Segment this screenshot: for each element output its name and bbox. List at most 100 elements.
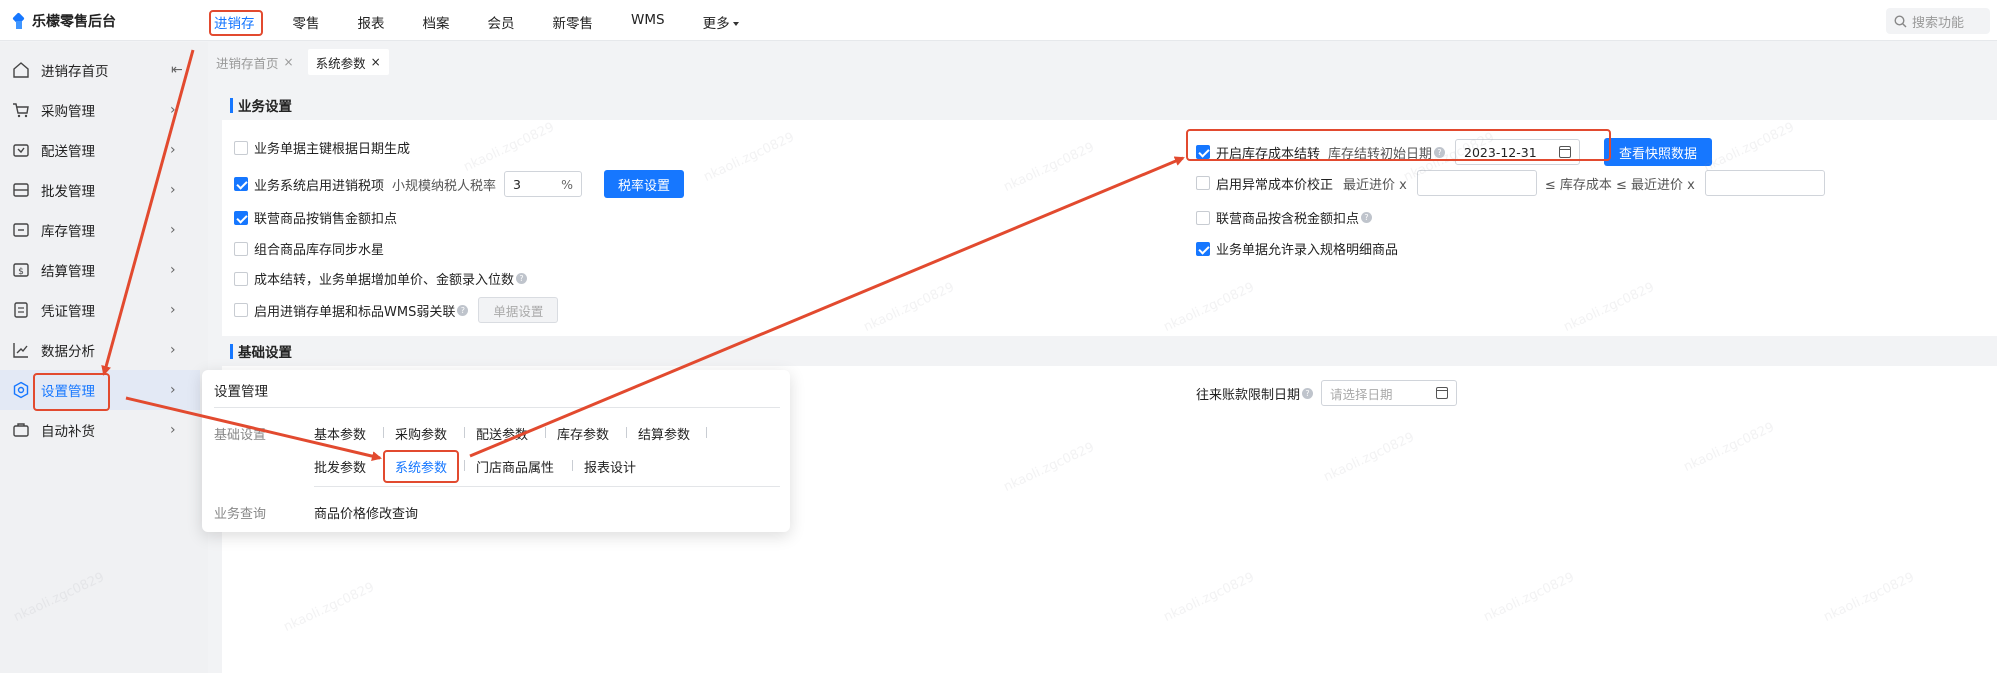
sidebar-item-label: 库存管理 [41,224,95,240]
section-title: 基础设置 [238,345,292,361]
calendar-icon [1436,387,1449,399]
option-label: 业务单据主键根据日期生成 [254,142,411,157]
menu-system-params[interactable]: 系统参数 [395,457,447,476]
topnav-inventory[interactable]: 进销存 [206,10,263,34]
lower-multiplier-input[interactable] [1416,170,1537,196]
option-doc-key-by-date[interactable]: 业务单据主键根据日期生成 [234,138,410,157]
top-bar: 乐檬零售后台 进销存 零售 报表 档案 会员 新零售 WMS 更多 搜索功能 [0,0,1997,41]
tab-label: 系统参数 [315,55,366,71]
app-logo[interactable]: 乐檬零售后台 [12,11,116,31]
tax-rate-value: 3 [513,176,521,192]
close-icon[interactable]: × [371,55,381,69]
sidebar-item-label: 进销存首页 [41,64,109,80]
search-box[interactable]: 搜索功能 [1886,8,1990,34]
help-icon[interactable]: ? [1361,212,1373,223]
option-abnormal-cost-correction[interactable]: 启用异常成本价校正 最近进价 x ≤ 库存成本 ≤ 最近进价 x [1196,170,1825,196]
separator [626,427,627,438]
menu-basic-params[interactable]: 基本参数 [314,424,366,443]
upper-multiplier-input[interactable] [1704,170,1825,196]
option-joint-tax-deduction[interactable]: 联营商品按含税金额扣点 ? [1196,208,1373,227]
chevron-right-icon: › [170,262,176,278]
help-icon[interactable]: ? [1434,146,1446,158]
cart-icon [13,103,29,118]
close-icon[interactable]: × [284,55,294,69]
topnav-new-retail[interactable]: 新零售 [545,10,602,34]
chevron-right-icon: › [170,182,176,198]
settings-icon [13,381,29,399]
sidebar-item-analytics[interactable]: 数据分析 › [0,330,200,370]
page-tabs: 进销存首页 × 系统参数 × [208,49,395,75]
checkbox[interactable] [234,271,248,286]
chevron-right-icon: › [170,382,176,398]
sidebar-item-settlement[interactable]: $ 结算管理 › [0,250,200,290]
menu-stock-params[interactable]: 库存参数 [557,424,609,443]
start-date-value: 2023-12-31 [1464,144,1537,160]
option-label: 联营商品按销售金额扣点 [254,212,398,227]
sidebar-item-auto-replenish[interactable]: 自动补货 › [0,410,200,450]
option-joint-sales-deduction[interactable]: 联营商品按销售金额扣点 [234,208,397,227]
section-basic-settings: 基础设置 [222,336,1997,366]
sidebar-item-voucher[interactable]: 凭证管理 › [0,290,200,330]
limit-date-picker[interactable]: 请选择日期 [1321,380,1458,406]
option-cost-transfer-digits[interactable]: 成本结转，业务单据增加单价、金额录入位数 ? [234,269,528,288]
voucher-icon [14,302,28,318]
checkbox[interactable] [234,140,248,155]
limit-date-placeholder: 请选择日期 [1330,386,1393,402]
sidebar-item-stock[interactable]: 库存管理 › [0,210,200,250]
menu-delivery-params[interactable]: 配送参数 [476,424,528,443]
option-label: 联营商品按含税金额扣点 [1216,212,1360,227]
topnav-reports[interactable]: 报表 [350,10,393,34]
topnav-wms[interactable]: WMS [623,10,673,34]
view-snapshot-button[interactable]: 查看快照数据 [1604,138,1713,166]
separator [464,427,465,438]
search-icon [1894,14,1907,27]
help-icon[interactable]: ? [516,273,528,284]
menu-purchase-params[interactable]: 采购参数 [395,424,447,443]
menu-wholesale-params[interactable]: 批发参数 [314,457,366,476]
topnav-more[interactable]: 更多 [695,10,747,34]
tab-inventory-home[interactable]: 进销存首页 × [208,49,302,75]
checkbox[interactable] [234,303,248,317]
tax-rate-label: 小规模纳税人税率 [392,178,497,194]
menu-settlement-params[interactable]: 结算参数 [638,424,690,443]
checkbox[interactable] [1196,176,1210,190]
option-stock-cost-transfer[interactable]: 开启库存成本结转 库存结转初始日期 ? 2023-12-31 查看快照数据 [1196,138,1713,166]
separator [383,427,384,438]
topnav-archive[interactable]: 档案 [415,10,458,34]
sidebar-item-purchase[interactable]: 采购管理 › [0,90,200,130]
sidebar-item-inventory-home[interactable]: 进销存首页 ⇤ [0,50,200,90]
option-wms-weak-link[interactable]: 启用进销存单据和标品WMS弱关联 ? 单据设置 [234,297,559,323]
menu-report-design[interactable]: 报表设计 [584,457,636,476]
menu-price-change-query[interactable]: 商品价格修改查询 [314,503,418,522]
tab-system-params[interactable]: 系统参数 × [307,49,389,75]
replenish-icon [13,423,29,437]
option-combo-stock-sync[interactable]: 组合商品库存同步水星 [234,239,384,258]
tax-rate-input[interactable]: 3 % [504,171,583,197]
topnav-retail[interactable]: 零售 [285,10,328,34]
menu-store-product-attrs[interactable]: 门店商品属性 [476,457,554,476]
tax-rate-settings-button[interactable]: 税率设置 [604,170,685,198]
checkbox[interactable] [234,210,248,225]
checkbox[interactable] [1196,145,1210,159]
section-business-settings: 业务设置 [222,90,1997,120]
sidebar-item-delivery[interactable]: 配送管理 › [0,130,200,170]
option-allow-spec-detail[interactable]: 业务单据允许录入规格明细商品 [1196,239,1398,258]
checkbox[interactable] [1196,241,1210,256]
start-date-picker[interactable]: 2023-12-31 [1455,139,1581,165]
help-icon[interactable]: ? [457,304,469,316]
percent-suffix: % [561,176,574,192]
calendar-icon [1559,146,1572,158]
checkbox[interactable] [234,241,248,256]
doc-settings-button[interactable]: 单据设置 [478,297,559,323]
sidebar-item-wholesale[interactable]: 批发管理 › [0,170,200,210]
sidebar-item-settings[interactable]: 设置管理 › [0,370,200,410]
chart-icon [13,343,28,358]
top-nav: 进销存 零售 报表 档案 会员 新零售 WMS 更多 [206,10,769,34]
option-enable-tax-items[interactable]: 业务系统启用进销税项 小规模纳税人税率 3 % 税率设置 [234,170,685,198]
collapse-sidebar-icon[interactable]: ⇤ [171,62,183,78]
topnav-members[interactable]: 会员 [480,10,523,34]
caret-down-icon [732,22,739,26]
checkbox[interactable] [234,177,248,191]
help-icon[interactable]: ? [1302,387,1314,399]
checkbox[interactable] [1196,210,1210,225]
